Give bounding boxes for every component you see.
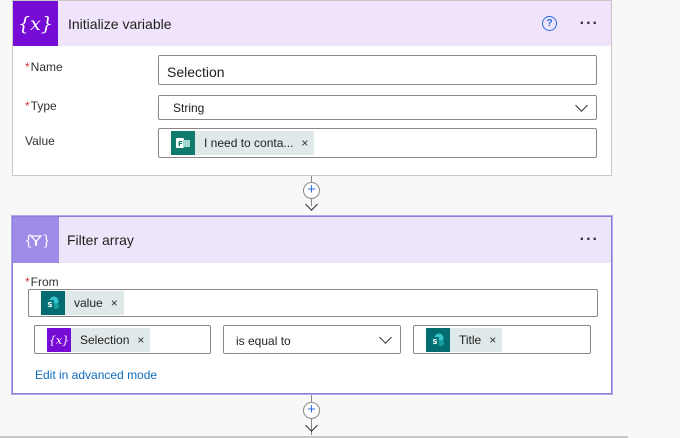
name-label-text: Name <box>30 60 63 74</box>
dynamic-content-token[interactable]: S Title × <box>426 328 503 352</box>
add-step-button[interactable]: + <box>303 182 320 199</box>
chevron-down-icon <box>379 331 392 344</box>
initialize-variable-header[interactable]: {x} Initialize variable ? ... <box>13 1 611 46</box>
required-mark: * <box>25 99 30 113</box>
name-label: *Name <box>25 60 63 74</box>
filter-array-card: {} Filter array ... *From S value × {x} … <box>12 216 612 394</box>
close-icon[interactable]: × <box>111 296 124 310</box>
dynamic-content-token[interactable]: {x} Selection × <box>47 328 151 352</box>
required-mark: * <box>25 275 30 289</box>
svg-text:S: S <box>433 338 438 346</box>
name-input[interactable]: Selection <box>158 55 597 85</box>
required-mark: * <box>25 60 30 74</box>
svg-text:}: } <box>42 233 48 249</box>
arrow-down-icon <box>305 419 318 432</box>
variable-icon: {x} <box>13 1 58 46</box>
type-label-text: Type <box>30 99 57 113</box>
left-operand-input[interactable]: {x} Selection × <box>34 325 211 354</box>
value-label: Value <box>25 134 55 148</box>
svg-text:S: S <box>48 301 53 309</box>
edit-advanced-mode-link[interactable]: Edit in advanced mode <box>35 368 157 382</box>
more-options-icon[interactable]: ... <box>580 12 599 28</box>
card-title: Filter array <box>67 232 134 248</box>
from-label: *From <box>25 275 59 289</box>
type-label: *Type <box>25 99 57 113</box>
arrow-down-icon <box>305 198 318 211</box>
operator-dropdown[interactable]: is equal to <box>223 325 401 354</box>
card-title: Initialize variable <box>68 15 172 32</box>
filter-array-header[interactable]: {} Filter array ... <box>13 217 611 263</box>
type-value: String <box>173 101 205 115</box>
operator-value: is equal to <box>236 334 291 348</box>
token-label: Selection <box>80 333 130 347</box>
filter-icon: {} <box>13 217 59 263</box>
dynamic-content-token[interactable]: F I need to conta... × <box>171 131 315 155</box>
initialize-variable-card: {x} Initialize variable ? ... *Name Sele… <box>12 0 612 176</box>
close-icon[interactable]: × <box>489 333 502 347</box>
token-label: Title <box>459 333 482 347</box>
add-step-button[interactable]: + <box>303 402 320 419</box>
token-label: value <box>74 296 103 310</box>
close-icon[interactable]: × <box>301 136 314 150</box>
svg-text:F: F <box>178 140 183 148</box>
sharepoint-icon: S <box>426 328 450 352</box>
type-dropdown[interactable]: String <box>158 95 597 120</box>
outlook-forms-icon: F <box>171 131 195 155</box>
variable-icon: {x} <box>47 328 71 352</box>
value-input[interactable]: F I need to conta... × <box>158 128 597 158</box>
from-input[interactable]: S value × <box>28 289 598 317</box>
close-icon[interactable]: × <box>137 333 150 347</box>
name-value: Selection <box>167 64 225 80</box>
token-label: I need to conta... <box>204 136 294 150</box>
help-icon[interactable]: ? <box>542 16 557 31</box>
svg-text:{: { <box>24 233 33 249</box>
right-operand-input[interactable]: S Title × <box>413 325 591 354</box>
more-options-icon[interactable]: ... <box>580 228 599 244</box>
sharepoint-icon: S <box>41 291 65 315</box>
chevron-down-icon <box>575 99 588 112</box>
from-label-text: From <box>30 275 59 289</box>
dynamic-content-token[interactable]: S value × <box>41 291 124 315</box>
